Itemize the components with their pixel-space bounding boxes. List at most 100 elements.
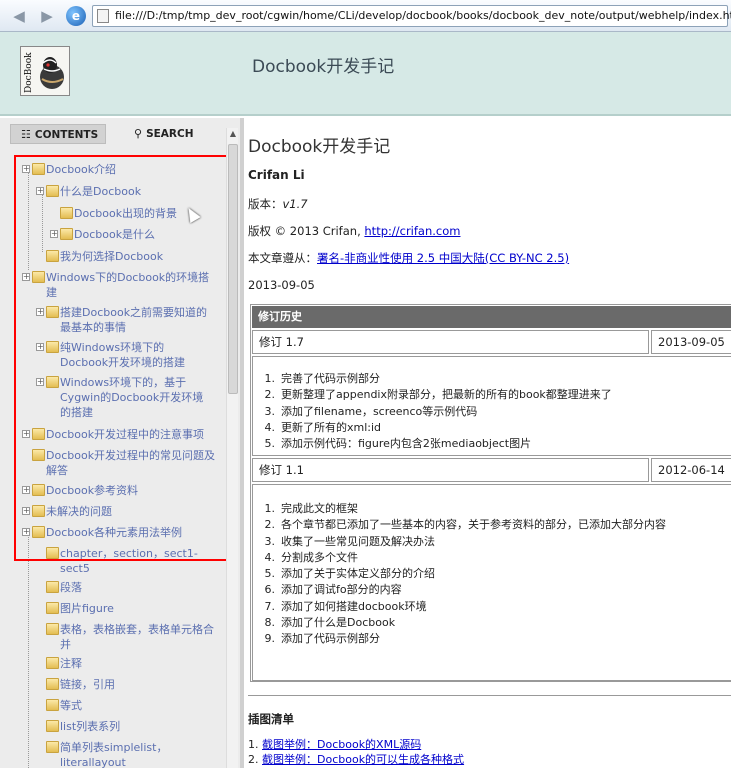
version-label: 版本：	[248, 197, 283, 211]
revision-label-cell: 修订 1.7	[252, 330, 649, 354]
sidebar-tabs: ☷ CONTENTS ⚲ SEARCH	[10, 124, 220, 144]
crifan-link[interactable]: http://crifan.com	[364, 224, 460, 238]
revision-note-text: 完成此文的框架	[281, 502, 358, 515]
figure-link[interactable]: 截图举例：Docbook的可以生成各种格式	[262, 753, 464, 766]
revision-note-text: 收集了一些常见问题及解决办法	[281, 534, 435, 548]
docbook-logo: DocBook	[20, 46, 70, 96]
toc-item-label: 表格，表格嵌套，表格单元格合并	[60, 623, 214, 651]
revision-note: 5. 添加示例代码：figure内包含2张mediaobject图片	[257, 436, 612, 452]
revision-date-cell: 2013-09-05	[651, 330, 731, 354]
topic-folder-icon	[46, 602, 59, 614]
toc-item-label: 等式	[60, 699, 82, 712]
revision-note: 2. 各个章节都已添加了一些基本的内容，关于参考资料的部分，已添加大部分内容	[257, 517, 667, 533]
license-line: 本文章遵从：署名-非商业性使用 2.5 中国大陆(CC BY-NC 2.5)	[248, 250, 569, 266]
revision-note-text: 添加了filename，screenco等示例代码	[281, 404, 478, 418]
publish-date: 2013-09-05	[248, 278, 315, 292]
tab-search[interactable]: ⚲ SEARCH	[124, 124, 214, 144]
main-content: Docbook开发手记 Crifan Li 版本：v1.7 版权 © 2013 …	[246, 118, 731, 768]
sidebar-scrollbar[interactable]: ▲	[226, 128, 238, 768]
author: Crifan Li	[248, 168, 305, 182]
toc-item[interactable]: 链接，引用	[60, 677, 210, 692]
revision-note-number: 6.	[264, 583, 276, 597]
revision-note: 9. 添加了代码示例部分	[257, 631, 666, 647]
revision-note-text: 添加了代码示例部分	[281, 632, 380, 646]
toc-item-label: 简单列表simplelist，literallayout	[60, 741, 168, 768]
revision-note-number: 2.	[264, 518, 276, 532]
toc-item[interactable]: 等式	[60, 698, 210, 713]
revision-note-text: 添加了什么是Docbook	[281, 616, 396, 630]
revision-note: 2. 更新整理了appendix附录部分，把最新的所有的book都整理进来了	[257, 387, 612, 403]
revision-note-text: 完善了代码示例部分	[281, 372, 380, 385]
toc-item[interactable]: list列表系列	[60, 719, 210, 734]
revision-note: 3. 收集了一些常见问题及解决办法	[257, 534, 666, 550]
revision-history-table: 修订历史 修订 1.7 2013-09-05 1. 完善了代码示例部分 2. 更新整理…	[250, 304, 731, 682]
topic-folder-icon	[46, 720, 59, 732]
revision-date-cell: 2012-06-14	[651, 458, 731, 482]
toc-item[interactable]: 段落	[60, 580, 210, 595]
toc-item-label: 图片figure	[60, 602, 114, 615]
forward-icon[interactable]: ▶	[38, 7, 56, 25]
revision-note: 4. 更新了所有的xml:id	[257, 420, 612, 436]
back-icon[interactable]: ◀	[10, 7, 28, 25]
revision-note-number: 1.	[264, 372, 276, 385]
revision-note: 5. 添加了关于实体定义部分的介绍	[257, 566, 666, 582]
revision-note-number: 7.	[264, 599, 276, 613]
toc-item[interactable]: 注释	[60, 656, 210, 671]
revision-notes-cell: 1. 完成此文的框架 2. 各个章节都已添加了一些基本的内容，关于参考资料的部分，已添…	[252, 484, 731, 681]
revision-note-number: 4.	[264, 550, 276, 564]
revision-note: 6. 添加了调试fo部分的内容	[257, 582, 666, 598]
revision-note-number: 3.	[264, 534, 276, 548]
pane-splitter[interactable]	[240, 118, 244, 768]
toc-item[interactable]: 表格，表格嵌套，表格单元格合并	[60, 622, 220, 652]
revision-note-text: 更新了所有的xml:id	[281, 420, 382, 434]
toc-item-label: 段落	[60, 581, 82, 594]
revision-note-number: 8.	[264, 616, 276, 630]
topic-folder-icon	[46, 657, 59, 669]
version-line: 版本：v1.7	[248, 196, 308, 212]
revision-note: 7. 添加了如何搭建docbook环境	[257, 599, 666, 615]
revision-note: 1. 完善了代码示例部分	[257, 371, 612, 387]
figure-list-heading: 插图清单	[248, 712, 294, 726]
header-title: Docbook开发手记	[252, 57, 395, 77]
topic-folder-icon	[46, 699, 59, 711]
revision-note: 8. 添加了什么是Docbook	[257, 615, 666, 631]
toc-item-label: 注释	[60, 657, 82, 670]
book-icon: ☷	[21, 128, 31, 141]
revision-note: 1. 完成此文的框架	[257, 501, 666, 517]
address-bar[interactable]: file:///D:/tmp/tmp_dev_root/cgwin/home/C…	[92, 5, 731, 27]
revision-note-text: 更新整理了appendix附录部分，把最新的所有的book都整理进来了	[281, 388, 612, 402]
toc-item[interactable]: 简单列表simplelist，literallayout	[60, 740, 210, 768]
revision-note-number: 1.	[264, 502, 276, 515]
figure-number: 2.	[248, 753, 262, 766]
revision-note-text: 添加了关于实体定义部分的介绍	[281, 567, 435, 581]
revision-note-number: 5.	[264, 437, 276, 451]
revision-note-text: 分割成多个文件	[281, 550, 358, 564]
license-link[interactable]: 署名-非商业性使用 2.5 中国大陆(CC BY-NC 2.5)	[317, 251, 569, 265]
scrollbar-thumb[interactable]	[228, 144, 238, 394]
scroll-up-icon[interactable]: ▲	[227, 128, 239, 140]
revision-notes-list: 1. 完善了代码示例部分 2. 更新整理了appendix附录部分，把最新的所有的bo…	[257, 371, 612, 452]
browser-logo-icon: e	[66, 6, 86, 26]
figure-link[interactable]: 截图举例：Docbook的XML源码	[262, 738, 421, 751]
figure-list-item: 2. 截图举例：Docbook的可以生成各种格式	[248, 752, 464, 767]
license-text: 本文章遵从：	[248, 251, 317, 265]
url-text[interactable]: file:///D:/tmp/tmp_dev_root/cgwin/home/C…	[115, 9, 731, 22]
doc-title: Docbook开发手记	[248, 137, 391, 157]
version-value: v1.7	[282, 197, 308, 211]
tab-contents[interactable]: ☷ CONTENTS	[10, 124, 106, 144]
copyright-text: 版权 © 2013 Crifan,	[248, 224, 365, 238]
topic-folder-icon	[46, 623, 59, 635]
magnifier-icon: ⚲	[134, 127, 143, 140]
duck-icon	[40, 57, 64, 89]
figure-number: 1.	[248, 738, 262, 751]
revision-note-number: 2.	[264, 388, 276, 402]
tab-contents-label: CONTENTS	[34, 129, 99, 141]
revision-note-number: 3.	[264, 404, 276, 418]
revision-note-text: 添加示例代码：figure内包含2张mediaobject图片	[281, 437, 532, 451]
toc-item[interactable]: 图片figure	[60, 601, 210, 616]
section-divider	[248, 695, 731, 696]
logo-text: DocBook	[24, 52, 34, 93]
page-header: DocBook Docbook开发手记	[0, 32, 731, 116]
revision-notes-list: 1. 完成此文的框架 2. 各个章节都已添加了一些基本的内容，关于参考资料的部分，已添…	[257, 501, 667, 648]
topic-folder-icon	[46, 581, 59, 593]
